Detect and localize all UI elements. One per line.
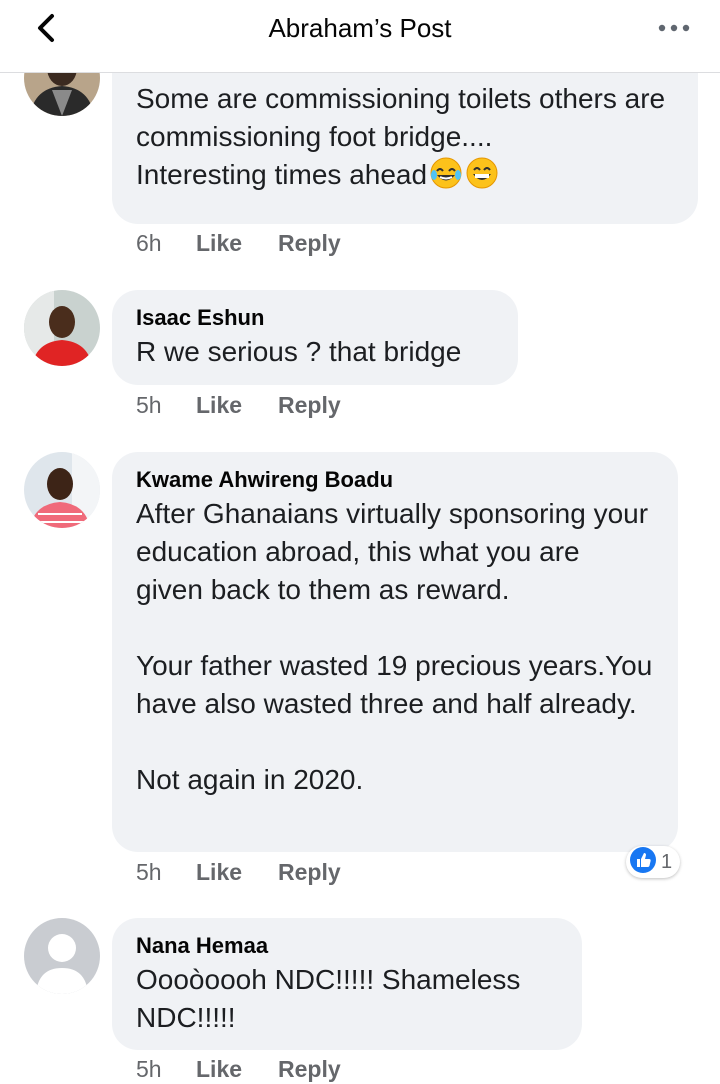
comment-actions: 5h Like Reply	[136, 857, 341, 887]
comment-text: R we serious ? that bridge	[136, 336, 462, 367]
tears-of-joy-emoji	[429, 156, 463, 190]
more-horizontal-icon[interactable]	[656, 18, 692, 38]
comment-actions: 6h Like Reply	[136, 228, 341, 258]
comment-time: 5h	[136, 392, 162, 418]
reaction-count: 1	[661, 850, 673, 873]
comment-bubble[interactable]: Kwame Ahwireng Boadu After Ghanaians vir…	[112, 452, 678, 852]
like-button[interactable]: Like	[196, 857, 278, 887]
comment-bubble[interactable]: Isaac Eshun R we serious ? that bridge	[112, 290, 518, 385]
like-button[interactable]: Like	[196, 228, 278, 258]
reaction-summary[interactable]: 1	[626, 846, 681, 879]
page-title: Abraham’s Post	[268, 13, 452, 43]
comment-text: After Ghanaians virtually sponsoring you…	[136, 498, 653, 795]
comment-bubble[interactable]: Some are commissioning toilets others ar…	[112, 48, 698, 224]
comment-text: Oooòoooh NDC!!!!! Shameless NDC!!!!!	[136, 964, 521, 1033]
comment-time: 5h	[136, 1056, 162, 1082]
comment-time: 6h	[136, 230, 162, 256]
commenter-avatar[interactable]	[24, 918, 100, 994]
comment-actions: 5h Like Reply	[136, 390, 341, 420]
comment-actions: 5h Like Reply	[136, 1054, 341, 1084]
reply-button[interactable]: Reply	[278, 1054, 341, 1084]
comment-bubble[interactable]: Nana Hemaa Oooòoooh NDC!!!!! Shameless N…	[112, 918, 582, 1050]
comment-time: 5h	[136, 859, 162, 885]
commenter-avatar[interactable]	[24, 452, 100, 528]
reply-button[interactable]: Reply	[278, 857, 341, 887]
reply-button[interactable]: Reply	[278, 390, 341, 420]
comments-list: Some are commissioning toilets others ar…	[0, 0, 720, 1082]
reply-button[interactable]: Reply	[278, 228, 341, 258]
commenter-avatar[interactable]	[24, 290, 100, 366]
post-header: Abraham’s Post	[0, 0, 720, 73]
comment-text: Some are commissioning toilets others ar…	[136, 83, 666, 190]
commenter-name[interactable]: Isaac Eshun	[136, 303, 494, 333]
grinning-emoji	[465, 156, 499, 190]
thumbs-up-icon	[629, 846, 657, 879]
commenter-name[interactable]: Kwame Ahwireng Boadu	[136, 465, 654, 495]
like-button[interactable]: Like	[196, 1054, 278, 1084]
commenter-name[interactable]: Nana Hemaa	[136, 931, 558, 961]
like-button[interactable]: Like	[196, 390, 278, 420]
